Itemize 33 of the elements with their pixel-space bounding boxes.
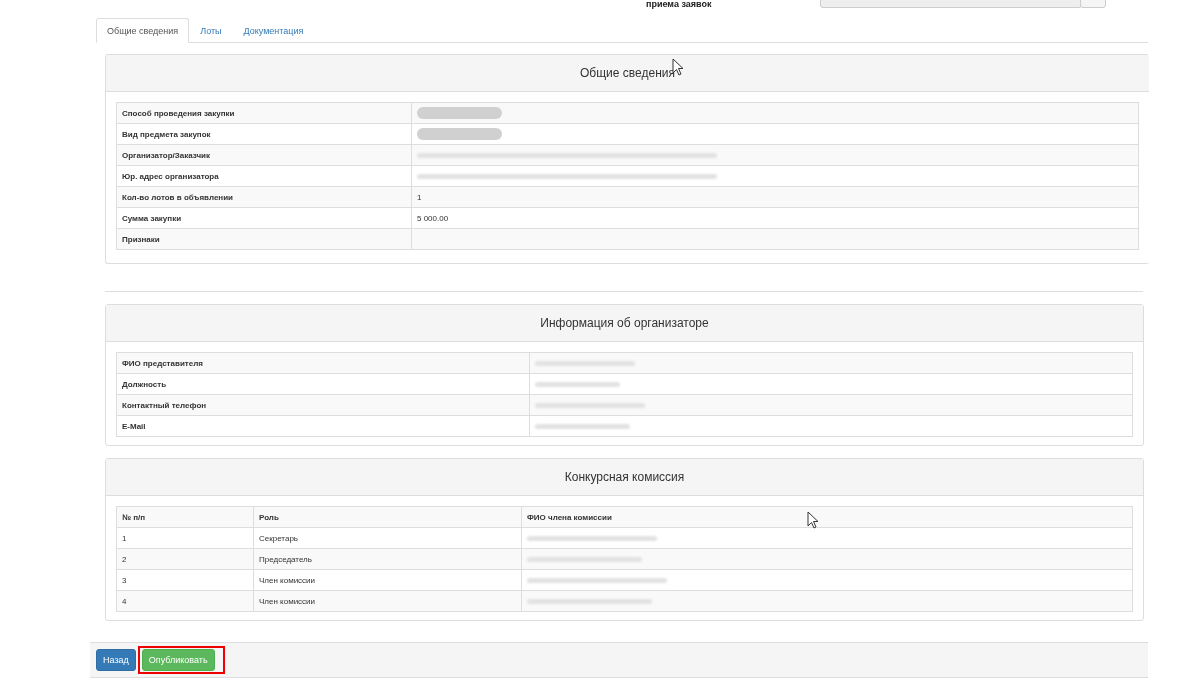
button[interactable]: Опубликовать [141,649,215,671]
table-cell: Вид предмета закупок [116,123,412,145]
column-header: № п/п [116,506,254,528]
table-cell: 2 [116,548,254,570]
table-cell: 3 [116,569,254,591]
table-cell: Юр. адрес организатора [116,165,412,187]
table-cell: Способ проведения закупки [116,102,412,124]
table-cell: Сумма закупки [116,207,412,229]
table-cell: E-Mail [116,415,530,437]
table-cell: Член комиссии [253,569,522,591]
panel-title: Информация об организаторе [106,305,1143,342]
table-cell: 1 [417,192,422,202]
table-cell: 4 [116,590,254,612]
tab[interactable]: Документация [232,18,315,43]
panel-title: Конкурсная комиссия [106,459,1143,496]
column-header: Роль [253,506,522,528]
table-cell: Председатель [253,548,522,570]
table-cell: Кол-во лотов в объявлении [116,186,412,208]
table-cell: Член комиссии [253,590,522,612]
panel-title: Общие сведения [106,55,1149,92]
tab[interactable]: Лоты [189,18,233,43]
tab[interactable]: Общие сведения [96,18,190,43]
table-cell: 5 000.00 [417,213,449,223]
table-cell: Секретарь [253,527,522,549]
field-label: приема заявок [646,0,712,9]
column-header: ФИО члена комиссии [521,506,1133,528]
table-cell: Контактный телефон [116,394,530,416]
table-cell: Организатор/Заказчик [116,144,412,166]
table-cell: ФИО представителя [116,352,530,374]
table-cell: Должность [116,373,530,395]
table-cell: Признаки [116,228,412,250]
table-cell: 1 [116,527,254,549]
button[interactable]: Назад [96,649,136,671]
